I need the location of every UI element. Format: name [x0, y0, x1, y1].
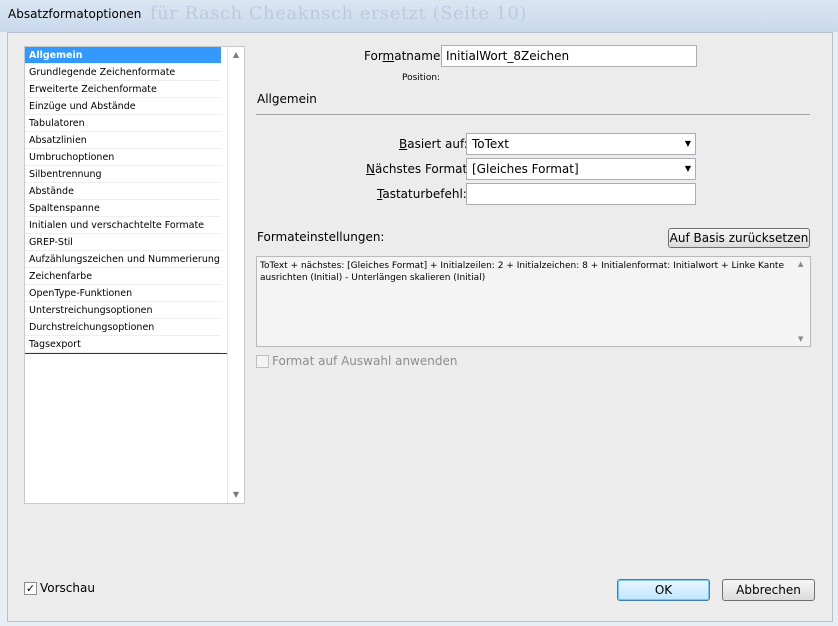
scroll-up-icon[interactable]: ▲ [798, 260, 803, 268]
basiert-label: Basiert auf: [399, 137, 468, 151]
sidebar-item[interactable]: Grundlegende Zeichenformate [25, 64, 221, 81]
category-list[interactable]: Allgemein Grundlegende Zeichenformate Erwe… [24, 46, 245, 504]
section-divider [256, 114, 810, 115]
category-items: Allgemein Grundlegende Zeichenformate Erwe… [25, 47, 244, 353]
sidebar-item[interactable]: Tabulatoren [25, 115, 221, 132]
category-list-scrollbar[interactable]: ▲ ▼ [227, 47, 244, 503]
naechstes-value: [Gleiches Format] [472, 162, 579, 176]
apply-format-label: Format auf Auswahl anwenden [272, 354, 458, 368]
reset-to-base-button[interactable]: Auf Basis zurücksetzen [668, 228, 810, 248]
window-title: Absatzformatoptionen [8, 7, 142, 21]
chevron-down-icon: ▼ [684, 139, 691, 148]
tastaturbefehl-input[interactable] [466, 183, 696, 205]
naechstes-label: Nächstes Format: [366, 162, 472, 176]
list-end-divider [25, 353, 228, 354]
section-title: Allgemein [257, 92, 317, 106]
position-label: Position: [402, 73, 441, 83]
naechstes-dropdown[interactable]: [Gleiches Format] ▼ [466, 158, 696, 180]
sidebar-item[interactable]: Unterstreichungsoptionen [25, 302, 221, 319]
scroll-up-icon[interactable]: ▲ [228, 47, 244, 63]
settings-scrollbar[interactable]: ▲ ▼ [796, 257, 810, 346]
sidebar-item[interactable]: Spaltenspanne [25, 200, 221, 217]
preview-checkbox[interactable]: ✓ [24, 582, 37, 595]
scroll-down-icon[interactable]: ▼ [798, 335, 803, 343]
tastatur-label: Tastaturbefehl: [377, 187, 467, 201]
scroll-down-icon[interactable]: ▼ [228, 487, 244, 503]
basiert-dropdown[interactable]: ToText ▼ [466, 133, 696, 155]
sidebar-item[interactable]: Initialen und verschachtelte Formate [25, 217, 221, 234]
sidebar-item[interactable]: Zeichenfarbe [25, 268, 221, 285]
settings-label: Formateinstellungen: [257, 230, 385, 244]
sidebar-item[interactable]: OpenType-Funktionen [25, 285, 221, 302]
sidebar-item[interactable]: Silbentrennung [25, 166, 221, 183]
sidebar-item[interactable]: Erweiterte Zeichenformate [25, 81, 221, 98]
preview-label: Vorschau [40, 581, 95, 595]
sidebar-item[interactable]: Tagsexport [25, 336, 221, 353]
dialog-body: Allgemein Grundlegende Zeichenformate Erwe… [7, 32, 833, 622]
sidebar-item[interactable]: Einzüge und Abstände [25, 98, 221, 115]
formatname-input[interactable]: InitialWort_8Zeichen [441, 45, 697, 67]
basiert-value: ToText [472, 137, 509, 151]
ok-button[interactable]: OK [617, 579, 710, 601]
sidebar-item[interactable]: Absatzlinien [25, 132, 221, 149]
sidebar-item[interactable]: GREP-Stil [25, 234, 221, 251]
formatname-label: Formatname: [364, 49, 445, 63]
cancel-button[interactable]: Abbrechen [722, 579, 815, 601]
format-settings-textbox[interactable]: ToText + nächstes: [Gleiches Format] + I… [256, 256, 811, 347]
apply-format-checkbox[interactable] [256, 355, 269, 368]
sidebar-item[interactable]: Aufzählungszeichen und Nummerierung [25, 251, 221, 268]
format-settings-text: ToText + nächstes: [Gleiches Format] + I… [260, 261, 784, 283]
sidebar-item[interactable]: Durchstreichungsoptionen [25, 319, 221, 336]
title-bar: Absatzformatoptionen für Rasch Cheaknsch… [0, 0, 838, 32]
background-document-text: für Rasch Cheaknsch ersetzt (Seite 10) [150, 3, 527, 24]
sidebar-item[interactable]: Allgemein [25, 47, 221, 64]
chevron-down-icon: ▼ [684, 164, 691, 173]
sidebar-item[interactable]: Abstände [25, 183, 221, 200]
sidebar-item[interactable]: Umbruchoptionen [25, 149, 221, 166]
